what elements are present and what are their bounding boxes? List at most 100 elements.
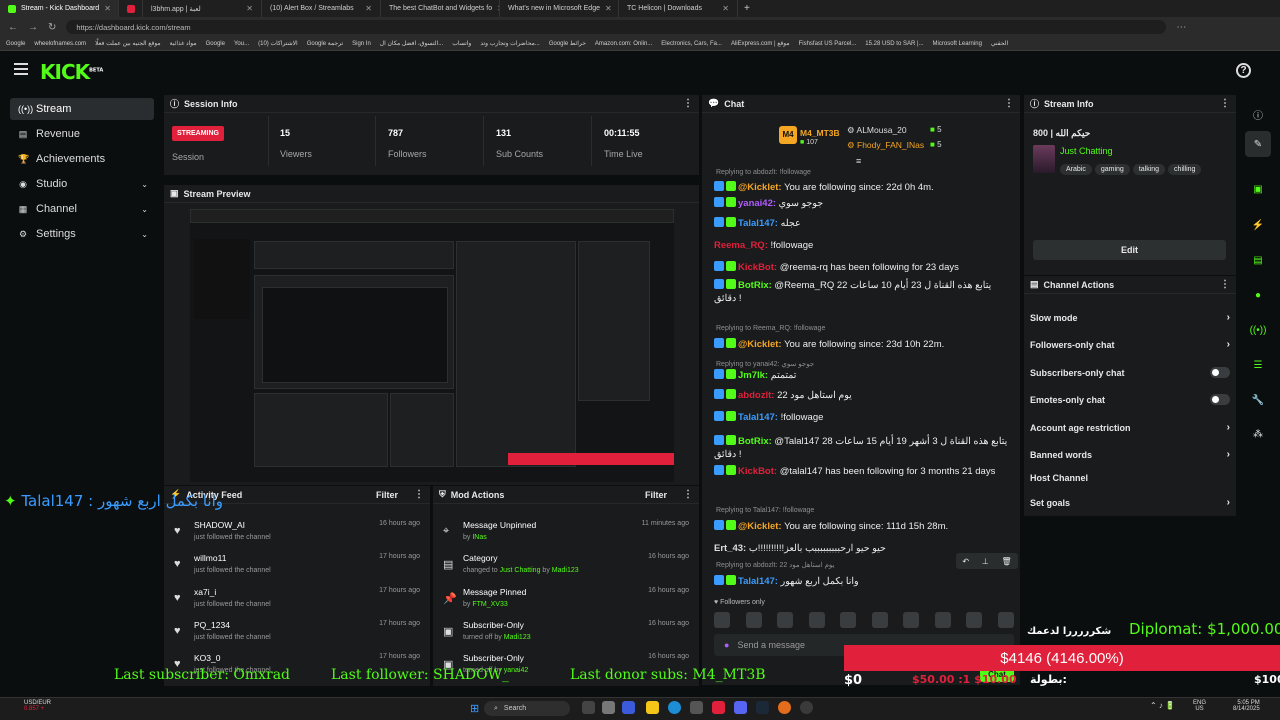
help-icon[interactable]: ?: [1236, 63, 1251, 78]
stream-preview-video[interactable]: [190, 209, 674, 482]
emotes-only-toggle[interactable]: [1210, 394, 1230, 405]
bookmark-item[interactable]: 15.28 USD to SAR |...: [865, 41, 923, 47]
brave-icon[interactable]: [712, 701, 725, 714]
chat-username[interactable]: Talal147:: [738, 218, 778, 229]
close-tab-icon[interactable]: ✕: [246, 4, 253, 13]
follower-avatar[interactable]: [934, 612, 951, 628]
close-tab-icon[interactable]: ✕: [605, 4, 612, 13]
follower-avatar[interactable]: [871, 612, 888, 628]
host-channel-item[interactable]: Host Channel: [1030, 473, 1230, 483]
follower-avatar[interactable]: [745, 612, 762, 628]
store-icon[interactable]: [690, 701, 703, 714]
chat-message[interactable]: Jm7lk: تمتمتم: [714, 369, 1014, 382]
chat-message[interactable]: Talal147: عجله: [714, 217, 1014, 230]
widgets-icon[interactable]: [602, 701, 615, 714]
url-input[interactable]: https://dashboard.kick.com/stream: [66, 20, 1167, 34]
info-icon[interactable]: ⓘ: [1245, 101, 1271, 127]
new-tab-icon[interactable]: +: [738, 3, 750, 14]
sidebar-item-settings[interactable]: ⚙ Settings ⌄: [10, 223, 154, 245]
chat-message[interactable]: @Kicklet: You are following since: 22d 0…: [714, 181, 1014, 194]
sidebar-item-revenue[interactable]: ▤ Revenue: [10, 123, 154, 145]
bookmark-item[interactable]: Amazon.com: Onlin...: [595, 41, 652, 47]
sidebar-item-studio[interactable]: ◉ Studio ⌄: [10, 173, 154, 195]
kick-logo[interactable]: KICKBETA: [40, 60, 103, 84]
follower-avatar[interactable]: [808, 612, 825, 628]
browser-tab[interactable]: (10) Alert Box / Streamlabs ✕: [262, 0, 381, 17]
chat-username[interactable]: Reema_RQ:: [714, 240, 768, 251]
slow-mode-item[interactable]: Slow mode ›: [1030, 312, 1230, 323]
follower-avatar[interactable]: [966, 612, 983, 628]
chat-username[interactable]: KickBot:: [738, 466, 777, 477]
banned-words-item[interactable]: Banned words ›: [1030, 449, 1230, 460]
filter-button[interactable]: Filter: [645, 490, 667, 500]
bookmark-item[interactable]: (10) الاشتراكات: [258, 40, 298, 47]
follower-avatar[interactable]: [997, 612, 1014, 628]
browser-tab[interactable]: [119, 0, 143, 17]
chat-icon[interactable]: ●: [1245, 282, 1271, 308]
bookmark-item[interactable]: الحقني: [991, 40, 1008, 47]
more-options-icon[interactable]: ⋮: [683, 489, 693, 500]
chat-username[interactable]: Ert_43:: [714, 543, 746, 554]
chat-username[interactable]: @Kicklet:: [738, 339, 782, 350]
set-goals-item[interactable]: Set goals ›: [1030, 497, 1230, 508]
bookmark-item[interactable]: Fishsfast US Parcel...: [799, 41, 857, 47]
delete-icon[interactable]: 🗑: [1001, 557, 1011, 566]
chat-username[interactable]: @Kicklet:: [738, 182, 782, 193]
chat-message[interactable]: Reema_RQ: !followage: [714, 239, 1014, 252]
edit-button[interactable]: Edit: [1033, 240, 1226, 260]
layout-icon[interactable]: ☰: [1245, 352, 1271, 378]
start-icon[interactable]: ⊞: [470, 702, 479, 715]
sidebar-item-stream[interactable]: ((•)) Stream: [10, 98, 154, 120]
top-gifter-name[interactable]: ⚙ ALMousa_20: [847, 125, 907, 136]
chat-message[interactable]: BotRix: @Reema_RQ يتابع هذه القناة ل 23 …: [714, 279, 1014, 305]
chat-username[interactable]: abdozlt:: [738, 390, 774, 401]
chat-message[interactable]: BotRix: @Talal147 يتابع هذه القناة ل 3 أ…: [714, 435, 1014, 461]
expand-icon[interactable]: ≡: [856, 156, 861, 166]
category-thumbnail[interactable]: [1033, 145, 1055, 173]
copilot-icon[interactable]: [622, 701, 635, 714]
browser-tab[interactable]: Stream - Kick Dashboard ✕: [0, 0, 119, 17]
chat-username[interactable]: BotRix:: [738, 280, 772, 291]
bookmark-item[interactable]: wheelofnames.com: [34, 41, 86, 47]
browser-tab[interactable]: TC Helicon | Downloads ✕: [619, 0, 738, 17]
chat-username[interactable]: BotRix:: [738, 436, 772, 447]
app-icon[interactable]: [800, 701, 813, 714]
language-indicator[interactable]: ENG US: [1193, 700, 1206, 712]
bookmark-item[interactable]: التسوق، افضل مكان ال...: [380, 40, 443, 47]
flash-icon[interactable]: ⚡: [1245, 212, 1271, 238]
chat-message[interactable]: abdozlt: يوم استاهل مود 22: [714, 389, 1014, 402]
chat-username[interactable]: Talal147:: [738, 412, 778, 423]
extensions-icon[interactable]: ⋯: [1176, 22, 1186, 33]
browser-tab[interactable]: l3bhm.app | لعبة ✕: [143, 0, 262, 17]
more-options-icon[interactable]: ⋮: [683, 98, 693, 109]
category-link[interactable]: Just Chatting: [1060, 146, 1113, 156]
bookmark-item[interactable]: مواد غذائية: [170, 40, 197, 47]
document-icon[interactable]: ▤: [1245, 247, 1271, 273]
more-options-icon[interactable]: ⋮: [1220, 279, 1230, 290]
subscribers-only-toggle[interactable]: [1210, 367, 1230, 378]
bookmark-item[interactable]: Google: [206, 41, 225, 47]
chat-message[interactable]: KickBot: @talal147 has been following fo…: [714, 465, 1014, 478]
bookmark-item[interactable]: واتساب: [452, 40, 471, 47]
follower-avatar[interactable]: [840, 612, 857, 628]
wrench-icon[interactable]: 🔧: [1245, 387, 1271, 413]
clock[interactable]: 5:05 PM 8/14/2025: [1233, 700, 1260, 712]
task-view-icon[interactable]: [582, 701, 595, 714]
follower-avatar[interactable]: [903, 612, 920, 628]
emote-icon[interactable]: ●: [724, 640, 729, 650]
edit-icon[interactable]: ✎: [1245, 131, 1271, 157]
steam-icon[interactable]: [756, 701, 769, 714]
chat-username[interactable]: yanai42:: [738, 198, 776, 209]
obs-icon[interactable]: [778, 701, 791, 714]
close-tab-icon[interactable]: ✕: [722, 4, 729, 13]
chat-username[interactable]: Talal147:: [738, 576, 778, 587]
browser-tab[interactable]: What's new in Microsoft Edge ✕: [500, 0, 619, 17]
browser-tab[interactable]: The best ChatBot and Widgets fo✕: [381, 0, 500, 17]
account-age-item[interactable]: Account age restriction ›: [1030, 422, 1230, 433]
discord-icon[interactable]: [734, 701, 747, 714]
filter-button[interactable]: Filter: [376, 490, 398, 500]
pin-icon[interactable]: ⊥: [982, 557, 989, 566]
sidebar-item-channel[interactable]: ▦ Channel ⌄: [10, 198, 154, 220]
top-gifter-name[interactable]: M4_MT3B: [800, 128, 840, 138]
broadcast-icon[interactable]: ((•)): [1245, 317, 1271, 343]
